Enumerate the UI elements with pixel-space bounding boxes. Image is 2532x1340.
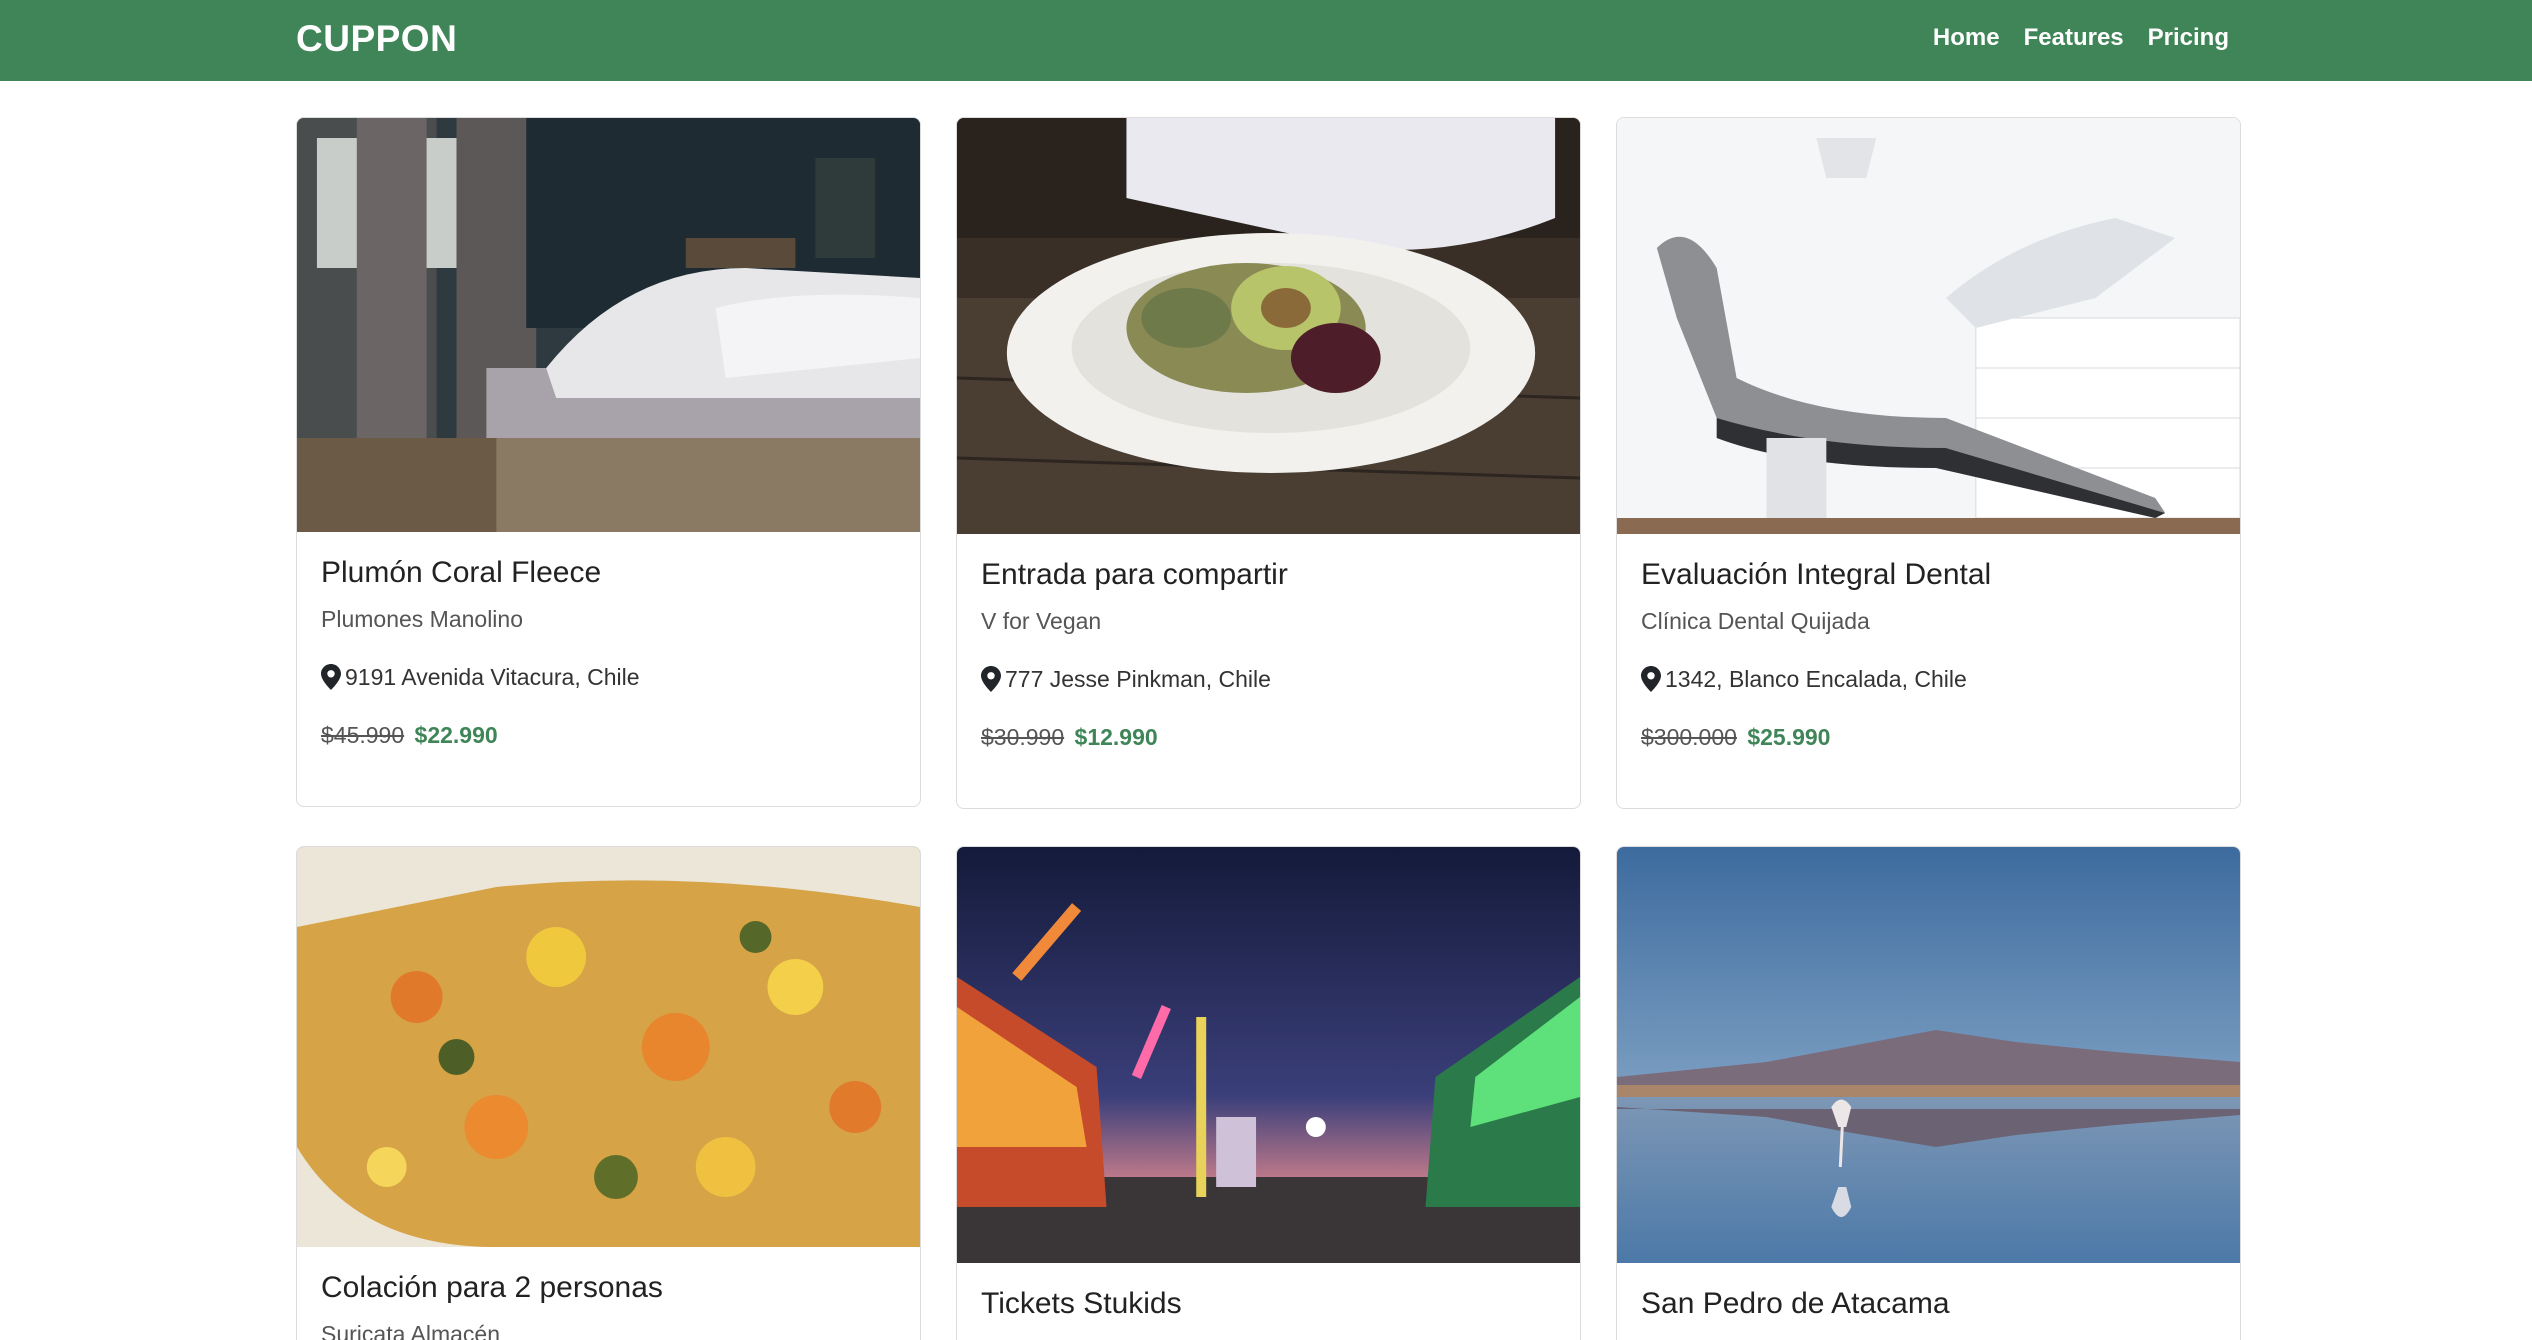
location-text: 9191 Avenida Vitacura, Chile — [345, 664, 640, 690]
brand-logo[interactable]: CUPPON — [296, 18, 457, 60]
map-pin-icon — [1641, 666, 1661, 692]
card-title[interactable]: San Pedro de Atacama — [1641, 1285, 2216, 1323]
nav-features-link[interactable]: Features — [2024, 24, 2124, 52]
card-title[interactable]: Plumón Coral Fleece — [321, 554, 896, 592]
map-pin-icon — [321, 664, 341, 690]
original-price: $45.990 — [321, 722, 405, 748]
nav-links: Home Features Pricing — [1933, 24, 2229, 52]
card-prices: $30.990 $12.990 — [981, 722, 1556, 752]
deal-card[interactable]: Tickets Stukids — [956, 846, 1581, 1340]
deal-card[interactable]: Colación para 2 personas Suricata Almacé… — [296, 846, 921, 1340]
card-title[interactable]: Entrada para compartir — [981, 556, 1556, 594]
deal-card[interactable]: Entrada para compartir V for Vegan 777 J… — [956, 117, 1581, 809]
vegetable-dish-photo[interactable] — [297, 847, 920, 1247]
card-title[interactable]: Colación para 2 personas — [321, 1269, 896, 1307]
original-price: $300.000 — [1641, 724, 1737, 750]
nav-home-link[interactable]: Home — [1933, 24, 2000, 52]
nav-pricing-link[interactable]: Pricing — [2148, 24, 2229, 52]
deal-card[interactable]: Plumón Coral Fleece Plumones Manolino 91… — [296, 117, 921, 807]
card-prices: $45.990 $22.990 — [321, 720, 896, 750]
card-company: Clínica Dental Quijada — [1641, 608, 1870, 634]
card-company: Suricata Almacén — [321, 1321, 500, 1340]
bedroom-photo[interactable] — [297, 118, 920, 532]
card-company: Plumones Manolino — [321, 606, 524, 632]
card-title[interactable]: Evaluación Integral Dental — [1641, 556, 2216, 594]
original-price: $30.990 — [981, 724, 1065, 750]
amusement-park-photo[interactable] — [957, 847, 1580, 1263]
card-location: 777 Jesse Pinkman, Chile — [981, 664, 1556, 694]
deal-card[interactable]: San Pedro de Atacama — [1616, 846, 2241, 1340]
vegan-plate-photo[interactable] — [957, 118, 1580, 534]
discount-price: $25.990 — [1747, 724, 1831, 750]
deal-card[interactable]: Evaluación Integral Dental Clínica Denta… — [1616, 117, 2241, 809]
location-text: 1342, Blanco Encalada, Chile — [1665, 666, 1967, 692]
top-navbar: CUPPON Home Features Pricing — [0, 0, 2532, 81]
salt-flat-flamingo-photo[interactable] — [1617, 847, 2240, 1263]
card-company: V for Vegan — [981, 608, 1102, 634]
location-text: 777 Jesse Pinkman, Chile — [1005, 666, 1271, 692]
discount-price: $22.990 — [414, 722, 498, 748]
card-prices: $300.000 $25.990 — [1641, 722, 2216, 752]
dental-chair-photo[interactable] — [1617, 118, 2240, 534]
map-pin-icon — [981, 666, 1001, 692]
card-location: 9191 Avenida Vitacura, Chile — [321, 662, 896, 692]
card-title[interactable]: Tickets Stukids — [981, 1285, 1556, 1323]
discount-price: $12.990 — [1074, 724, 1158, 750]
card-location: 1342, Blanco Encalada, Chile — [1641, 664, 2216, 694]
